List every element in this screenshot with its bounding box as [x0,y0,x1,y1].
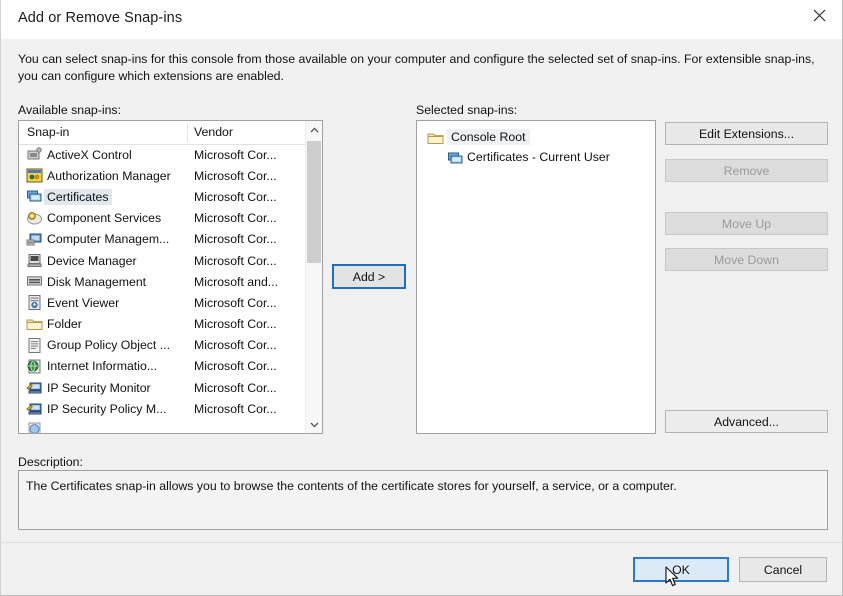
snapin-name: ActiveX Control [47,147,132,162]
snapin-vendor: Microsoft Cor... [194,401,277,416]
link-to-web-address-icon [26,421,43,433]
internet-information-services-icon [26,358,43,375]
snapin-name: Event Viewer [47,295,120,310]
certificates-icon [447,150,464,167]
description-text: The Certificates snap-in allows you to b… [26,479,677,493]
computer-management-icon [26,231,43,248]
snapin-vendor: Microsoft and... [194,274,279,289]
selected-tree-container: Console Root Certificates - Current User [417,127,655,169]
table-row[interactable]: Group Policy Object ... Microsoft Cor... [19,335,307,356]
page-title: Add or Remove Snap-ins [18,10,183,26]
snapin-name: Folder [47,317,82,332]
ip-security-policy-management-icon [26,400,43,417]
snapin-vendor: Microsoft Cor... [194,147,277,162]
close-icon[interactable] [796,0,842,31]
title-bar: Add or Remove Snap-ins [1,0,842,39]
intro-text: You can select snap-ins for this console… [18,52,815,83]
tree-item-label: Certificates - Current User [467,150,610,164]
snapin-name: IP Security Monitor [47,380,151,395]
device-manager-icon [26,252,43,269]
advanced-button[interactable]: Advanced... [665,410,828,433]
tree-root-item[interactable]: Console Root [417,127,655,148]
table-row[interactable]: ActiveX Control Microsoft Cor... [19,144,307,165]
description-box: The Certificates snap-in allows you to b… [18,470,828,530]
component-services-icon [26,210,43,227]
tree-child-item[interactable]: Certificates - Current User [417,148,655,169]
table-row[interactable]: Computer Managem... Microsoft Cor... [19,229,307,250]
column-header-vendor[interactable]: Vendor [194,125,233,139]
snapin-name: Device Manager [47,253,137,268]
table-row[interactable]: IP Security Policy M... Microsoft Cor... [19,398,307,419]
move-up-button[interactable]: Move Up [665,212,828,235]
ip-security-monitor-icon [26,379,43,396]
available-snapins-label: Available snap-ins: [18,103,121,117]
selected-snapins-label: Selected snap-ins: [416,103,518,117]
snapin-vendor: Microsoft Cor... [194,232,277,247]
folder-icon [427,130,444,145]
snapin-vendor: Microsoft Cor... [194,338,277,353]
table-row[interactable] [19,419,307,433]
snapin-name: IP Security Policy M... [47,401,167,416]
table-row[interactable]: Authorization Manager Microsoft Cor... [19,165,307,186]
snapin-name: Component Services [47,211,162,226]
cancel-button[interactable]: Cancel [739,557,827,582]
snapin-vendor: Microsoft Cor... [194,168,277,183]
snapin-vendor: Microsoft Cor... [194,317,277,332]
available-rows-container: ActiveX Control Microsoft Cor... Authoriza… [19,144,307,433]
scroll-down-arrow-icon[interactable] [306,416,322,433]
snapin-name: Computer Managem... [47,232,170,247]
move-down-button[interactable]: Move Down [665,248,828,271]
column-divider [187,123,188,142]
available-snapins-list[interactable]: Snap-in Vendor ActiveX Control Microsoft … [18,120,323,434]
footer-separator [1,542,842,543]
remove-button[interactable]: Remove [665,159,828,182]
scroll-up-arrow-icon[interactable] [306,121,322,138]
folder-icon [26,316,43,333]
add-button[interactable]: Add > [332,264,406,289]
certificates-icon [26,188,43,205]
authorization-manager-icon [26,167,43,184]
snapin-vendor: Microsoft Cor... [194,189,277,204]
available-list-scrollbar[interactable] [305,121,322,433]
snapin-vendor: Microsoft Cor... [194,380,277,395]
event-viewer-icon [26,294,43,311]
column-header-snapin[interactable]: Snap-in [27,125,69,139]
add-remove-snapins-dialog: Add or Remove Snap-ins You can select sn… [0,0,843,596]
snapin-name: Certificates [44,188,112,205]
snapin-vendor: Microsoft Cor... [194,295,277,310]
description-label: Description: [18,455,83,469]
ok-button[interactable]: OK [633,557,729,582]
table-row[interactable]: Folder Microsoft Cor... [19,314,307,335]
disk-management-icon [26,273,43,290]
table-row[interactable]: Certificates Microsoft Cor... [19,186,307,207]
table-row[interactable]: Component Services Microsoft Cor... [19,208,307,229]
table-row[interactable]: Disk Management Microsoft and... [19,271,307,292]
snapin-name: Disk Management [47,274,147,289]
snapin-vendor: Microsoft Cor... [194,359,277,374]
table-row[interactable]: IP Security Monitor Microsoft Cor... [19,377,307,398]
snapin-name: Authorization Manager [47,168,171,183]
table-row[interactable]: Event Viewer Microsoft Cor... [19,292,307,313]
table-row[interactable]: Internet Informatio... Microsoft Cor... [19,356,307,377]
activex-control-icon [26,146,43,163]
list-column-header: Snap-in Vendor [19,121,322,145]
group-policy-object-icon [26,337,43,354]
selected-snapins-tree[interactable]: Console Root Certificates - Current User [416,120,656,434]
snapin-vendor: Microsoft Cor... [194,253,277,268]
scrollbar-thumb[interactable] [307,141,321,263]
snapin-vendor: Microsoft Cor... [194,211,277,226]
table-row[interactable]: Device Manager Microsoft Cor... [19,250,307,271]
snapin-name: Group Policy Object ... [47,338,171,353]
tree-item-label: Console Root [447,129,530,145]
snapin-name: Internet Informatio... [47,359,158,374]
edit-extensions-button[interactable]: Edit Extensions... [665,122,828,145]
